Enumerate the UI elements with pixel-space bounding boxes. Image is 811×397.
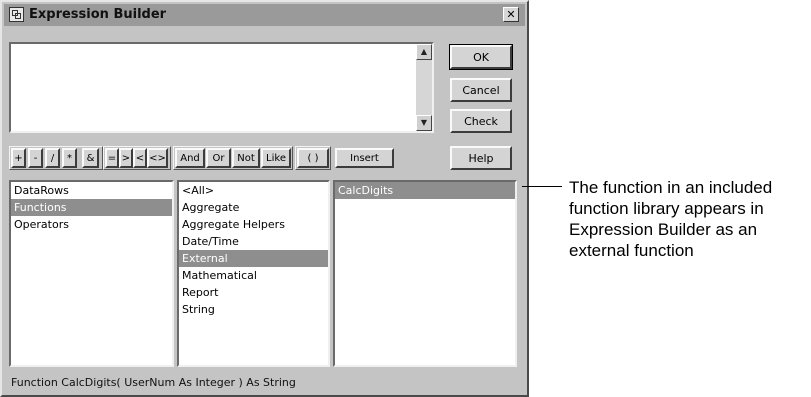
function-signature: Function CalcDigits( UserNum As Integer … [11,376,296,389]
less-than-operator-button[interactable]: < [133,148,147,168]
function-list[interactable]: CalcDigits [333,180,517,367]
scroll-down-arrow-icon[interactable]: ▼ [416,115,432,131]
greater-than-operator-button[interactable]: > [119,148,133,168]
divide-operator-button[interactable]: / [45,148,60,168]
subcategory-list-item[interactable]: Aggregate Helpers [179,216,328,233]
expression-builder-window: Expression Builder ✕ ▲ ▼ OK Cancel Check… [0,0,529,397]
subcategory-list-item[interactable]: Aggregate [179,199,328,216]
subcategory-list-item[interactable]: Report [179,284,328,301]
category-list-item[interactable]: Functions [11,199,172,216]
like-operator-button[interactable]: Like [261,148,291,168]
category-list-item[interactable]: DataRows [11,182,172,199]
subcategory-list-item[interactable]: Date/Time [179,233,328,250]
expression-editor[interactable]: ▲ ▼ [9,42,434,133]
expression-scrollbar[interactable]: ▲ ▼ [416,44,432,131]
concat-operator-button[interactable]: & [82,148,99,168]
insert-button[interactable]: Insert [335,148,394,168]
subcategory-list[interactable]: <All> Aggregate Aggregate Helpers Date/Time… [177,180,330,367]
category-list-item[interactable]: Operators [11,216,172,233]
minus-operator-button[interactable]: - [28,148,43,168]
equals-operator-button[interactable]: = [105,148,119,168]
category-list[interactable]: DataRows Functions Operators [9,180,174,367]
and-operator-button[interactable]: And [175,148,205,168]
callout-annotation: The function in an included function lib… [569,178,773,260]
subcategory-list-item[interactable]: <All> [179,182,328,199]
subcategory-list-item[interactable]: String [179,301,328,318]
function-list-item[interactable]: CalcDigits [335,182,515,199]
or-operator-button[interactable]: Or [206,148,231,168]
not-equal-operator-button[interactable]: <> [147,148,168,168]
scroll-up-arrow-icon[interactable]: ▲ [416,44,432,60]
plus-operator-button[interactable]: + [11,148,26,168]
subcategory-list-item[interactable]: External [179,250,328,267]
check-button[interactable]: Check [450,109,512,133]
window-title: Expression Builder [29,7,167,22]
multiply-operator-button[interactable]: * [62,148,77,168]
not-operator-button[interactable]: Not [232,148,260,168]
subcategory-list-item[interactable]: Mathematical [179,267,328,284]
ok-button[interactable]: OK [449,44,513,70]
title-bar[interactable]: Expression Builder ✕ [4,4,525,26]
close-icon[interactable]: ✕ [503,7,519,22]
expression-builder-icon [9,7,24,22]
cancel-button[interactable]: Cancel [450,78,512,102]
callout-leader-line [522,186,562,187]
help-button[interactable]: Help [450,146,512,170]
parenthesis-operator-button[interactable]: ( ) [297,148,329,168]
